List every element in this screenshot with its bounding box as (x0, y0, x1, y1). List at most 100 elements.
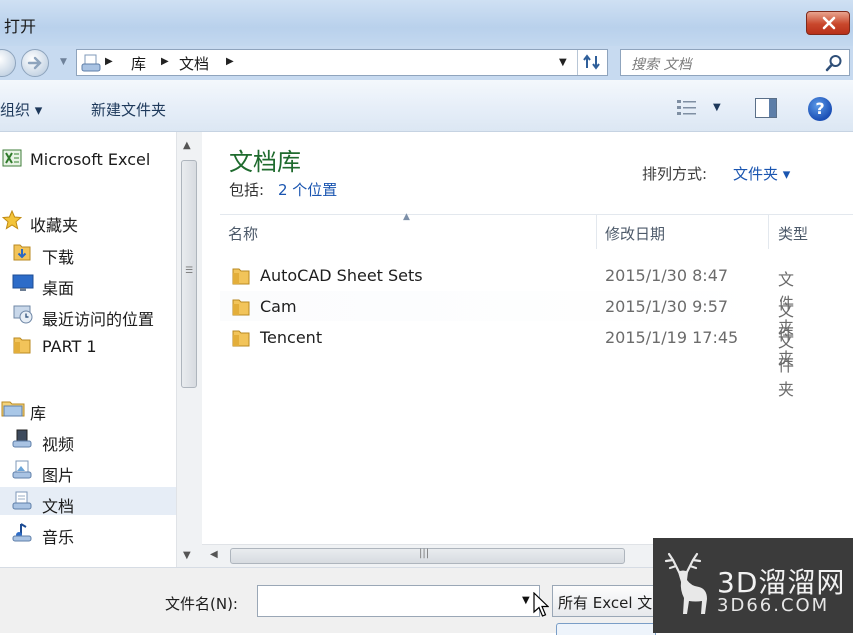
breadcrumb-separator-icon[interactable]: ▶ (161, 56, 169, 67)
folder-icon (13, 337, 31, 354)
sidebar-item-favorites[interactable]: 收藏夹 (0, 206, 176, 235)
download-folder-icon (13, 244, 31, 261)
grip-icon: ||| (419, 548, 430, 559)
column-divider[interactable] (596, 215, 597, 249)
sidebar-item-label: 最近访问的位置 (42, 310, 155, 329)
sidebar-item-label: Microsoft Excel (30, 150, 151, 169)
breadcrumb-separator-icon[interactable]: ▶ (105, 56, 113, 67)
forward-button[interactable] (21, 49, 49, 77)
pictures-library-icon (12, 460, 32, 479)
documents-library-icon (81, 54, 101, 72)
sidebar-item-desktop[interactable]: 桌面 (0, 269, 176, 298)
sidebar-item-videos[interactable]: 视频 (0, 425, 176, 454)
window-title: 打开 (4, 17, 37, 36)
sidebar-item-libraries[interactable]: 库 (0, 394, 176, 423)
navigation-pane-scrollbar[interactable]: ▲ ☰ ▼ (176, 132, 202, 567)
sidebar-item-label: 下载 (42, 248, 75, 267)
preview-pane-icon (769, 99, 776, 117)
preview-pane-button[interactable] (755, 98, 777, 118)
file-list-pane: 文档库 包括: 2 个位置 排列方式: 文件夹 ▾ ▲ 名称 修改日期 类型 A… (202, 132, 853, 544)
refresh-icon[interactable] (582, 53, 602, 71)
search-icon[interactable] (825, 54, 843, 72)
command-toolbar: 组织 ▾ 新建文件夹 ▼ ? (0, 80, 853, 132)
breadcrumb-separator-icon[interactable]: ▶ (226, 56, 234, 67)
scroll-up-icon[interactable]: ▲ (183, 140, 191, 151)
recent-places-icon (13, 305, 33, 324)
column-divider[interactable] (768, 215, 769, 249)
sidebar-item-recent-places[interactable]: 最近访问的位置 (0, 300, 176, 329)
sidebar-item-pictures[interactable]: 图片 (0, 456, 176, 485)
title-bar: 打开 (0, 0, 853, 46)
sidebar-item-label: 收藏夹 (30, 216, 79, 235)
organize-button[interactable]: 组织 ▾ (0, 99, 42, 120)
sidebar-item-label: 音乐 (42, 528, 75, 547)
navigation-pane: Microsoft Excel 收藏夹 下载 桌面 最近访问的位置 PART 1… (0, 132, 176, 567)
documents-library-icon (12, 491, 32, 510)
mouse-cursor-icon (533, 592, 549, 617)
file-name: Tencent (260, 328, 323, 347)
file-date-modified: 2015/1/19 17:45 (605, 328, 739, 347)
sidebar-item-documents[interactable]: 文档 (0, 487, 176, 516)
sidebar-item-part-1[interactable]: PART 1 (0, 331, 176, 359)
sidebar-item-downloads[interactable]: 下载 (0, 238, 176, 267)
sidebar-item-label: 文档 (42, 497, 75, 516)
excel-icon (2, 149, 22, 167)
search-box[interactable]: 搜索 文档 (620, 49, 850, 76)
file-row[interactable]: AutoCAD Sheet Sets 2015/1/30 8:47 文件夹 (220, 260, 794, 337)
file-date-modified: 2015/1/30 8:47 (605, 266, 729, 285)
sort-ascending-icon: ▲ (403, 212, 410, 222)
file-row[interactable]: Cam 2015/1/30 9:57 文件夹 (220, 291, 794, 368)
column-header-type[interactable]: 类型 (778, 223, 808, 244)
recent-pages-chevron-icon[interactable]: ▼ (60, 57, 67, 67)
change-view-icon[interactable] (676, 98, 698, 118)
file-row[interactable]: Tencent 2015/1/19 17:45 文件夹 (220, 322, 794, 399)
scroll-left-icon[interactable]: ◀ (210, 549, 218, 560)
grip-icon: ☰ (185, 266, 194, 276)
sidebar-item-label: PART 1 (42, 337, 97, 356)
file-type-value: 所有 Excel 文 (558, 594, 653, 612)
sidebar-item-label: 图片 (42, 466, 75, 485)
file-name: AutoCAD Sheet Sets (260, 266, 423, 285)
help-button[interactable]: ? (808, 97, 832, 121)
view-options-chevron-icon[interactable]: ▼ (713, 102, 721, 113)
scrollbar-thumb[interactable]: ||| (230, 548, 625, 564)
filename-label: 文件名(N): (165, 595, 238, 613)
filename-input[interactable]: ▼ (257, 585, 540, 617)
breadcrumb-library[interactable]: 库 (131, 53, 146, 74)
library-title: 文档库 (229, 148, 301, 176)
file-date-modified: 2015/1/30 9:57 (605, 297, 729, 316)
watermark-subtitle: 3D66.COM (717, 595, 830, 616)
search-placeholder[interactable]: 搜索 文档 (631, 54, 691, 74)
sidebar-item-label: 视频 (42, 435, 75, 454)
folder-icon (232, 330, 250, 347)
sidebar-item-microsoft-excel[interactable]: Microsoft Excel (0, 144, 176, 172)
library-icon (1, 401, 25, 417)
library-includes-label: 包括: (229, 181, 265, 199)
address-bar[interactable]: ▶ 库 ▶ 文档 ▶ ▼ (76, 49, 608, 76)
file-name: Cam (260, 297, 297, 316)
breadcrumb-documents[interactable]: 文档 (179, 53, 209, 74)
deer-logo-icon (664, 552, 707, 614)
desktop-icon (12, 274, 34, 291)
sidebar-item-label: 桌面 (42, 279, 75, 298)
sidebar-item-label: 库 (30, 404, 47, 423)
close-button[interactable] (806, 11, 850, 35)
file-type: 文件夹 (778, 332, 795, 399)
column-headers: ▲ 名称 修改日期 类型 (220, 212, 853, 249)
sidebar-item-music[interactable]: 音乐 (0, 518, 176, 547)
folder-icon (232, 268, 250, 285)
filename-dropdown-icon[interactable]: ▼ (522, 595, 530, 606)
open-button[interactable] (556, 623, 656, 635)
music-library-icon (12, 523, 32, 542)
library-locations-link[interactable]: 2 个位置 (278, 179, 337, 200)
arrange-by-dropdown[interactable]: 文件夹 ▾ (733, 163, 790, 184)
new-folder-button[interactable]: 新建文件夹 (91, 99, 166, 120)
scroll-down-icon[interactable]: ▼ (183, 550, 191, 561)
address-dropdown-icon[interactable]: ▼ (559, 57, 567, 68)
scrollbar-thumb[interactable]: ☰ (181, 160, 197, 388)
close-icon (822, 16, 836, 30)
arrange-by-label: 排列方式: (642, 165, 708, 183)
column-header-name[interactable]: 名称 (228, 223, 258, 244)
column-header-date-modified[interactable]: 修改日期 (605, 223, 665, 244)
watermark-logo: 3D溜溜网 3D66.COM (653, 538, 853, 633)
